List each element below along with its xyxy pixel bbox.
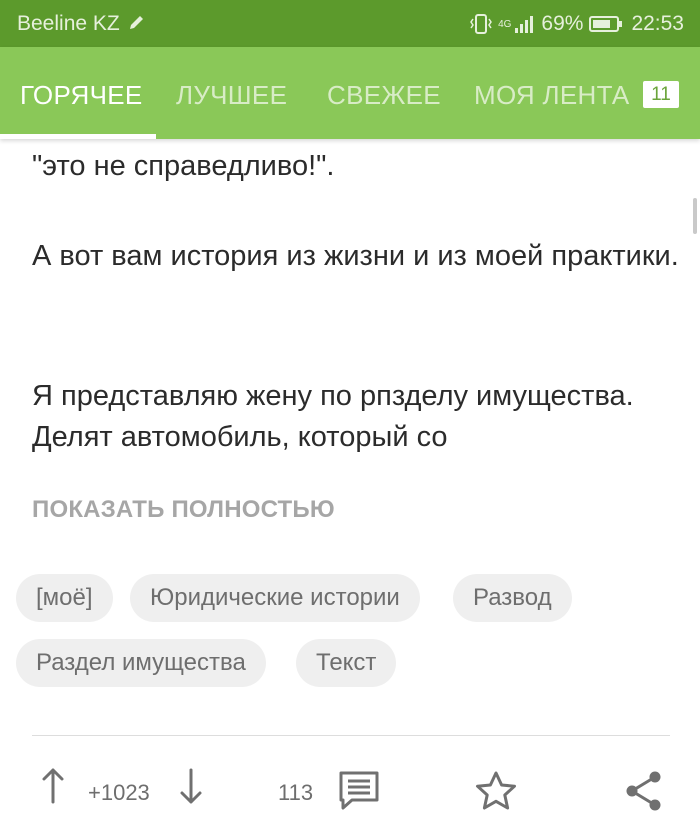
active-tab-indicator [0,134,156,139]
battery-icon [589,16,623,32]
battery-percent: 69% [541,12,584,35]
comment-icon[interactable] [338,770,380,815]
network-type: 4G [498,18,512,30]
tab-hot[interactable]: ГОРЯЧЕЕ [20,80,143,111]
tag-chip[interactable]: Текст [296,639,397,687]
tab-fresh[interactable]: СВЕЖЕЕ [327,80,441,111]
post-paragraph: А вот вам история из жизни и из моей пра… [32,240,679,272]
arrow-down-icon[interactable] [176,766,206,811]
scrollbar[interactable] [693,198,697,234]
star-icon[interactable] [474,770,518,817]
show-full-button[interactable]: ПОКАЗАТЬ ПОЛНОСТЬЮ [32,496,335,524]
tag-chip[interactable]: Юридические истории [130,574,420,622]
status-icons: 4G 69% 22:53 [470,12,684,36]
tag-chip[interactable]: [моё] [16,574,113,622]
rating-counter: +1023 [88,780,150,805]
tag-chip[interactable]: Раздел имущества [16,639,266,687]
clock: 22:53 [631,12,684,35]
carrier-name: Beeline KZ [17,12,120,35]
tab-best[interactable]: ЛУЧШЕЕ [176,80,287,111]
tag-chip[interactable]: Развод [453,574,572,622]
pencil-icon [128,13,146,37]
share-icon[interactable] [624,770,664,817]
arrow-up-icon[interactable] [38,766,68,811]
feed-count-badge: 11 [643,81,679,108]
divider [32,735,670,736]
status-bar: Beeline KZ 4G 69% 22:53 [0,0,700,47]
signal-icon [515,15,535,33]
vibrate-icon [470,14,492,34]
tab-my-feed[interactable]: МОЯ ЛЕНТА [474,80,630,111]
comments-count[interactable]: 113 [278,780,313,806]
post-paragraph: "это не справедливо!". [32,150,335,182]
post-paragraph: Я представляю жену по рпзделу имущества.… [32,380,634,453]
tab-bar: ГОРЯЧЕЕ ЛУЧШЕЕ СВЕЖЕЕ МОЯ ЛЕНТА 11 [0,47,700,139]
